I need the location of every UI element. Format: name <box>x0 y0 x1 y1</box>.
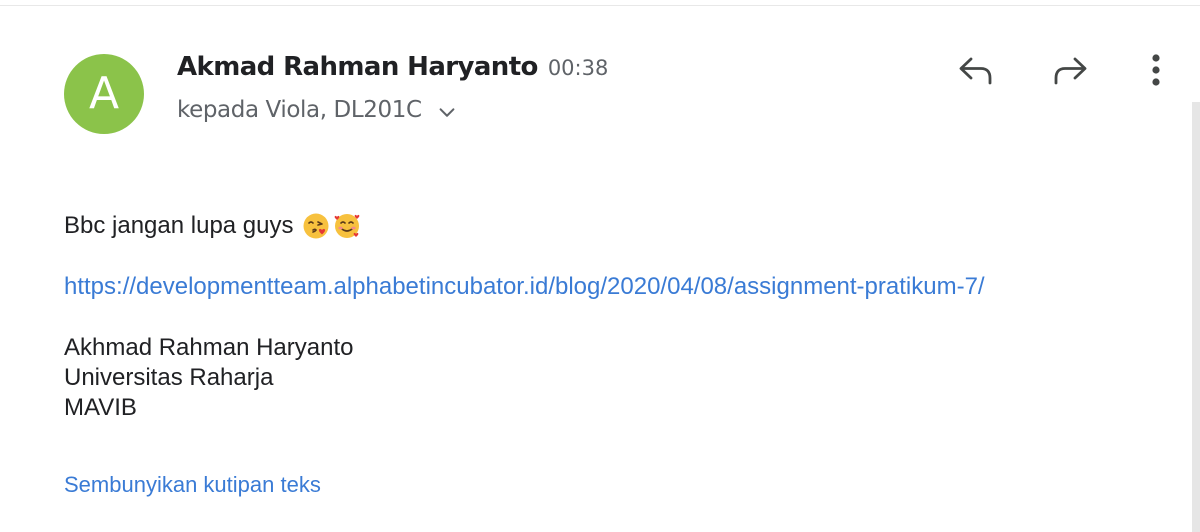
message-time: 00:38 <box>547 56 609 80</box>
scrollbar[interactable] <box>1192 102 1200 532</box>
recipients-row[interactable]: kepada Viola, DL201C <box>177 96 458 124</box>
sender-row: Akmad Rahman Haryanto 00:38 <box>177 52 608 82</box>
forward-icon[interactable] <box>1048 48 1092 92</box>
email-view: A Akmad Rahman Haryanto 00:38 kepada Vio… <box>0 0 1200 532</box>
more-vertical-icon[interactable] <box>1134 48 1178 92</box>
sender-name[interactable]: Akmad Rahman Haryanto <box>177 52 538 82</box>
chevron-down-icon[interactable] <box>436 102 458 124</box>
reply-icon[interactable] <box>954 48 998 92</box>
face-blowing-kiss-emoji <box>303 213 328 239</box>
signature-organization: Universitas Raharja <box>64 364 274 391</box>
message-greeting: Bbc jangan lupa guys <box>64 212 361 240</box>
hide-quoted-text-button[interactable]: Sembunyikan kutipan teks <box>64 472 321 498</box>
smiling-face-with-hearts-emoji <box>334 214 359 238</box>
greeting-text: Bbc jangan lupa guys <box>64 212 294 239</box>
top-divider <box>0 5 1200 6</box>
avatar[interactable]: A <box>64 54 144 134</box>
recipients-label: kepada Viola, DL201C <box>177 97 422 123</box>
assignment-link[interactable]: https://developmentteam.alphabetincubato… <box>64 273 985 301</box>
signature-name: Akhmad Rahman Haryanto <box>64 334 354 361</box>
signature-unit: MAVIB <box>64 394 137 421</box>
